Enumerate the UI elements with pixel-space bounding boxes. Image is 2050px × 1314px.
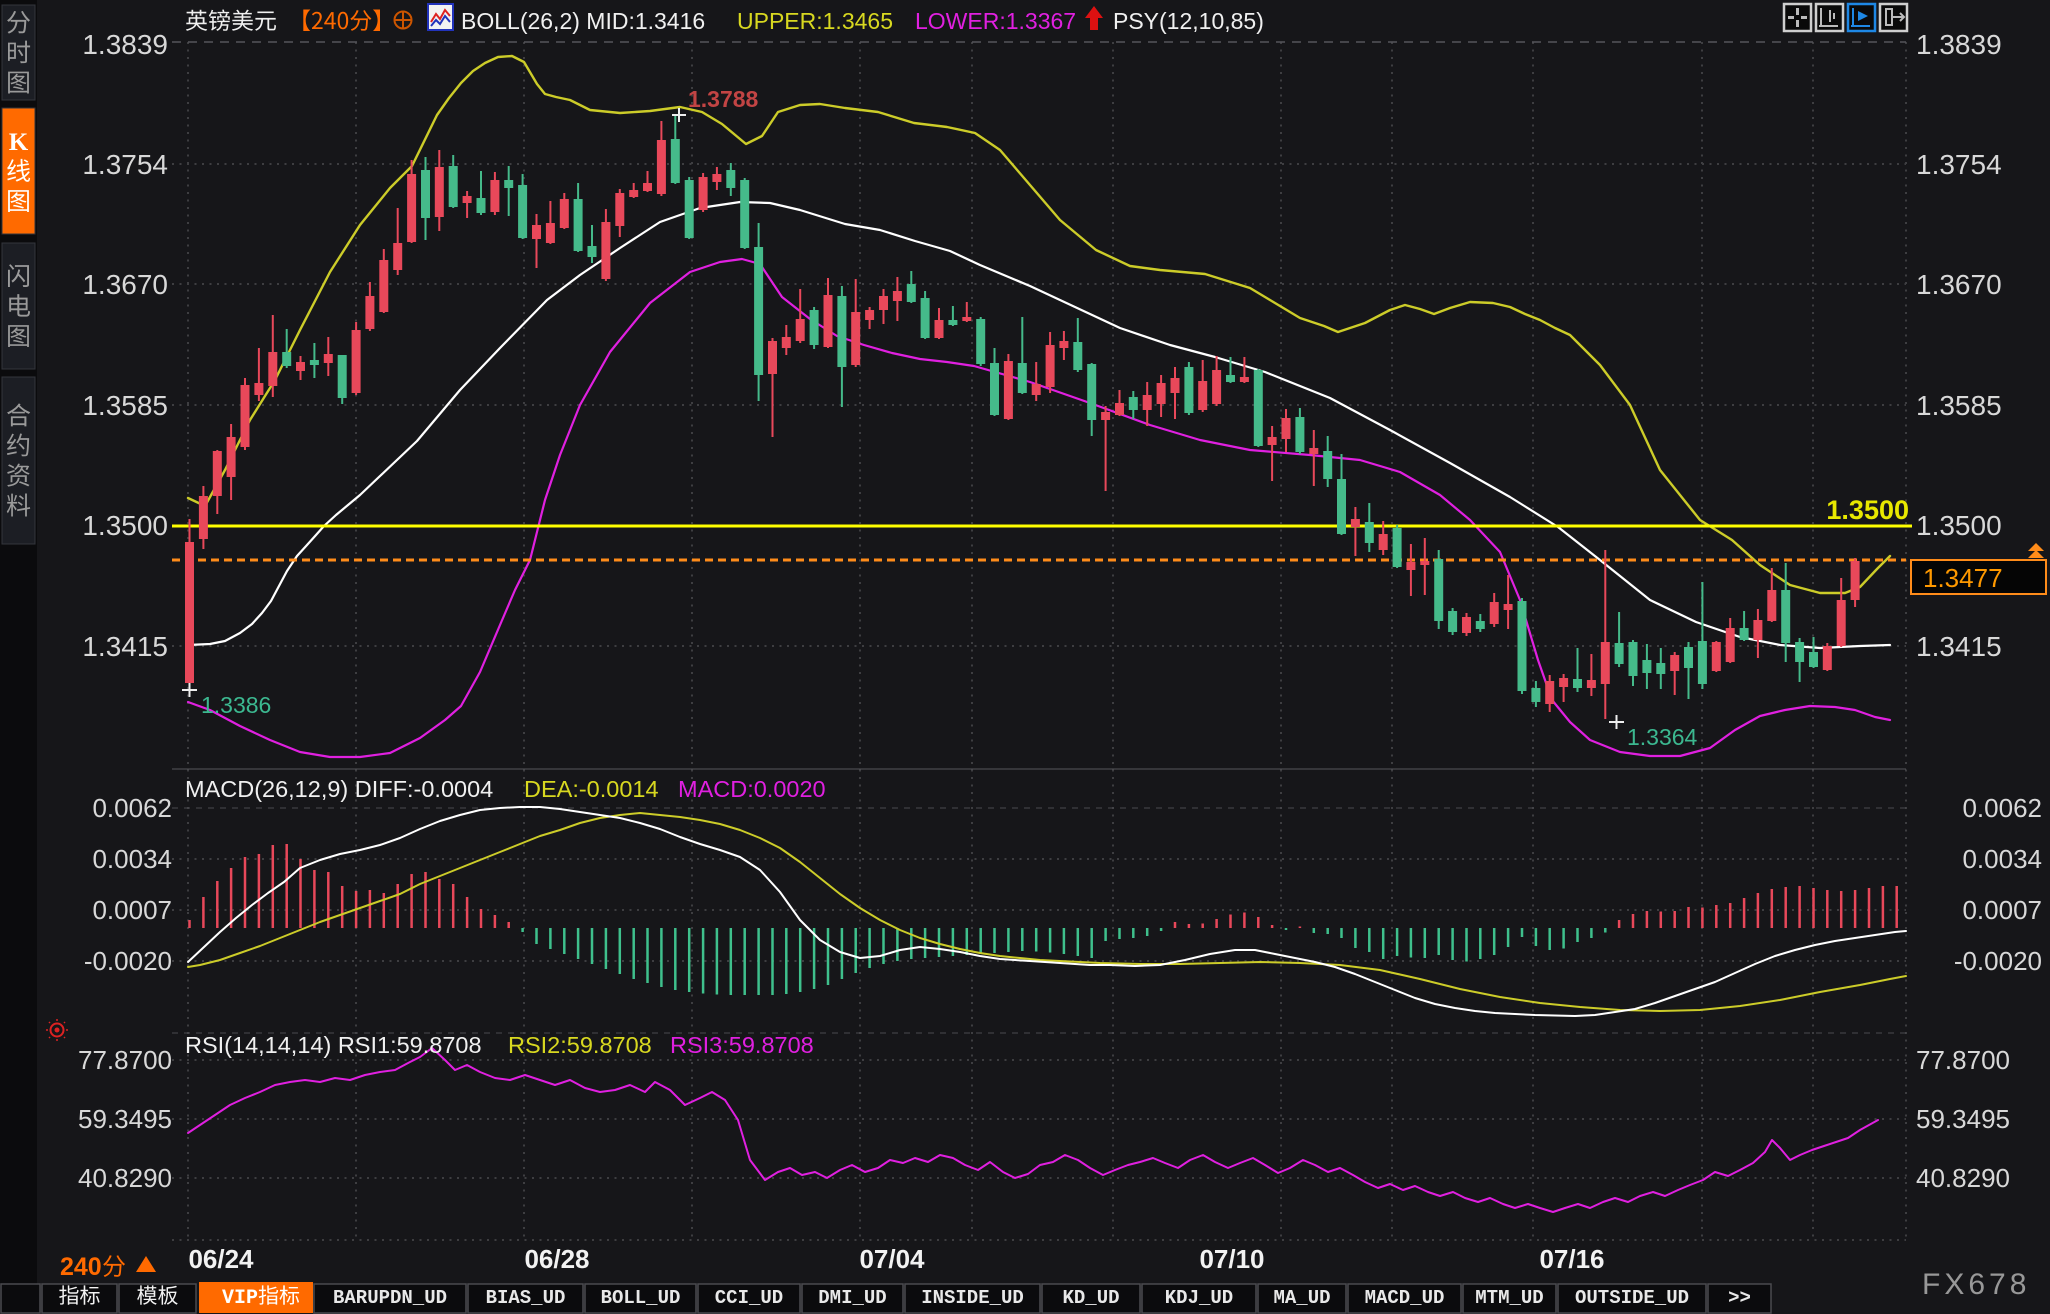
svg-text:0.0062: 0.0062 xyxy=(1962,793,2042,823)
svg-text:>>: >> xyxy=(1728,1287,1751,1309)
svg-text:1.3500: 1.3500 xyxy=(1916,510,2002,541)
svg-text:240: 240 xyxy=(60,1253,102,1281)
svg-text:0.0007: 0.0007 xyxy=(92,895,172,925)
svg-text:1.3500: 1.3500 xyxy=(82,510,168,541)
svg-text:1.3415: 1.3415 xyxy=(82,631,168,662)
svg-text:RSI3:59.8708: RSI3:59.8708 xyxy=(670,1032,814,1058)
svg-text:06/28: 06/28 xyxy=(524,1244,589,1274)
svg-text:MACD(26,12,9) DIFF:-0.0004: MACD(26,12,9) DIFF:-0.0004 xyxy=(185,776,493,802)
svg-text:LOWER:1.3367: LOWER:1.3367 xyxy=(915,8,1076,34)
svg-text:77.8700: 77.8700 xyxy=(78,1045,172,1075)
svg-text:K: K xyxy=(9,129,29,156)
svg-text:MACD:0.0020: MACD:0.0020 xyxy=(678,776,826,802)
svg-text:PSY(12,10,85): PSY(12,10,85) xyxy=(1113,8,1264,34)
svg-text:1.3754: 1.3754 xyxy=(1916,149,2002,180)
svg-text:1.3500: 1.3500 xyxy=(1826,495,1909,525)
svg-text:BARUPDN_UD: BARUPDN_UD xyxy=(333,1287,447,1309)
svg-text:0.0034: 0.0034 xyxy=(92,844,172,874)
svg-text:1.3477: 1.3477 xyxy=(1923,563,2003,593)
svg-text:59.3495: 59.3495 xyxy=(78,1104,172,1134)
svg-text:1.3788: 1.3788 xyxy=(688,86,759,112)
svg-text:BIAS_UD: BIAS_UD xyxy=(486,1287,566,1309)
svg-text:KD_UD: KD_UD xyxy=(1062,1287,1119,1309)
svg-text:07/04: 07/04 xyxy=(859,1244,925,1274)
svg-text:06/24: 06/24 xyxy=(188,1244,254,1274)
svg-text:40.8290: 40.8290 xyxy=(1916,1163,2010,1193)
svg-text:MACD_UD: MACD_UD xyxy=(1365,1287,1445,1309)
svg-text:77.8700: 77.8700 xyxy=(1916,1045,2010,1075)
svg-text:1.3386: 1.3386 xyxy=(201,692,271,718)
svg-text:1.3585: 1.3585 xyxy=(82,390,168,421)
svg-text:-0.0020: -0.0020 xyxy=(1954,946,2042,976)
svg-text:BOLL(26,2) MID:1.3416: BOLL(26,2) MID:1.3416 xyxy=(461,8,705,34)
svg-text:1.3585: 1.3585 xyxy=(1916,390,2002,421)
svg-text:1.3415: 1.3415 xyxy=(1916,631,2002,662)
svg-text:KDJ_UD: KDJ_UD xyxy=(1165,1287,1233,1309)
svg-text:0.0007: 0.0007 xyxy=(1962,895,2042,925)
svg-text:-0.0020: -0.0020 xyxy=(84,946,172,976)
svg-text:1.3754: 1.3754 xyxy=(82,149,168,180)
svg-text:1.3670: 1.3670 xyxy=(82,269,168,300)
svg-text:RSI(14,14,14) RSI1:59.8708: RSI(14,14,14) RSI1:59.8708 xyxy=(185,1032,482,1058)
svg-text:BOLL_UD: BOLL_UD xyxy=(601,1287,681,1309)
svg-text:RSI2:59.8708: RSI2:59.8708 xyxy=(508,1032,652,1058)
svg-text:1.3364: 1.3364 xyxy=(1627,724,1698,750)
svg-text:1.3670: 1.3670 xyxy=(1916,269,2002,300)
svg-text:FX678: FX678 xyxy=(1922,1268,2030,1301)
svg-text:40.8290: 40.8290 xyxy=(78,1163,172,1193)
svg-text:INSIDE_UD: INSIDE_UD xyxy=(921,1287,1024,1309)
svg-text:DMI_UD: DMI_UD xyxy=(818,1287,886,1309)
svg-text:1.3839: 1.3839 xyxy=(1916,29,2002,60)
svg-text:VIP: VIP xyxy=(222,1287,258,1310)
svg-text:59.3495: 59.3495 xyxy=(1916,1104,2010,1134)
svg-text:0.0062: 0.0062 xyxy=(92,793,172,823)
svg-text:DEA:-0.0014: DEA:-0.0014 xyxy=(524,776,659,802)
svg-text:MA_UD: MA_UD xyxy=(1273,1287,1330,1309)
svg-text:UPPER:1.3465: UPPER:1.3465 xyxy=(737,8,893,34)
svg-text:OUTSIDE_UD: OUTSIDE_UD xyxy=(1575,1287,1689,1309)
svg-text:1.3839: 1.3839 xyxy=(82,29,168,60)
svg-text:07/16: 07/16 xyxy=(1539,1244,1604,1274)
svg-text:07/10: 07/10 xyxy=(1199,1244,1264,1274)
svg-text:CCI_UD: CCI_UD xyxy=(715,1287,783,1309)
svg-text:MTM_UD: MTM_UD xyxy=(1475,1287,1543,1309)
svg-text:0.0034: 0.0034 xyxy=(1962,844,2042,874)
